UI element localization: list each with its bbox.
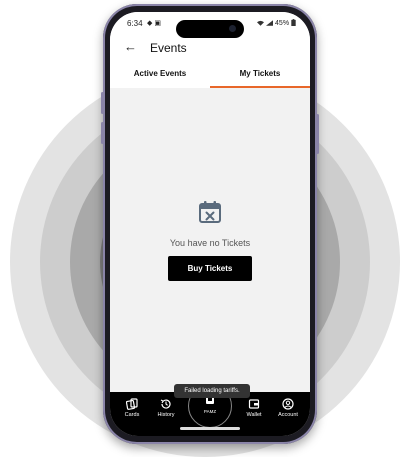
- tab-my-tickets[interactable]: My Tickets: [210, 60, 310, 88]
- nav-label-cards: Cards: [124, 412, 140, 418]
- nav-label-wallet: Wallet: [246, 412, 262, 418]
- status-time: 6:34: [127, 19, 143, 28]
- buy-tickets-button[interactable]: Buy Tickets: [168, 256, 252, 281]
- wallet-icon: [236, 398, 272, 410]
- phone-frame: 6:34 ◆ ▣ 45% ← Events Active Events My T…: [101, 4, 319, 444]
- calendar-cancel-icon: [199, 201, 221, 223]
- account-icon: [270, 398, 306, 410]
- battery-indicator: 45%: [257, 19, 296, 27]
- tab-bar: Active Events My Tickets: [110, 60, 310, 89]
- volume-up-button: [101, 92, 104, 114]
- nav-item-cards[interactable]: Cards: [114, 398, 150, 418]
- power-button: [316, 114, 319, 154]
- pamz-label: PAMZ: [203, 409, 217, 414]
- back-arrow-icon[interactable]: ←: [124, 39, 137, 54]
- signal-icon: [266, 20, 274, 26]
- nav-label-history: History: [157, 412, 175, 418]
- notification-icons: ◆ ▣: [147, 20, 161, 27]
- phone-screen: 6:34 ◆ ▣ 45% ← Events Active Events My T…: [110, 12, 310, 436]
- nav-item-account[interactable]: Account: [270, 398, 306, 418]
- page-title: Events: [150, 41, 187, 55]
- wifi-icon: [257, 20, 265, 26]
- history-icon: [148, 398, 184, 410]
- nav-item-history[interactable]: History: [148, 398, 184, 418]
- tickets-content: You have no Tickets Buy Tickets: [110, 88, 310, 398]
- home-indicator[interactable]: [180, 427, 240, 430]
- nav-item-wallet[interactable]: Wallet: [236, 398, 272, 418]
- volume-down-button: [101, 122, 104, 144]
- dynamic-island: [176, 20, 244, 38]
- battery-percent: 45%: [275, 20, 290, 27]
- camera-icon: [229, 25, 236, 32]
- empty-state-message: You have no Tickets: [169, 238, 251, 248]
- cards-icon: [114, 398, 150, 410]
- nav-label-account: Account: [278, 412, 298, 418]
- error-toast: Failed loading tariffs.: [174, 384, 250, 398]
- battery-icon: [291, 19, 296, 26]
- tab-active-events[interactable]: Active Events: [110, 60, 210, 88]
